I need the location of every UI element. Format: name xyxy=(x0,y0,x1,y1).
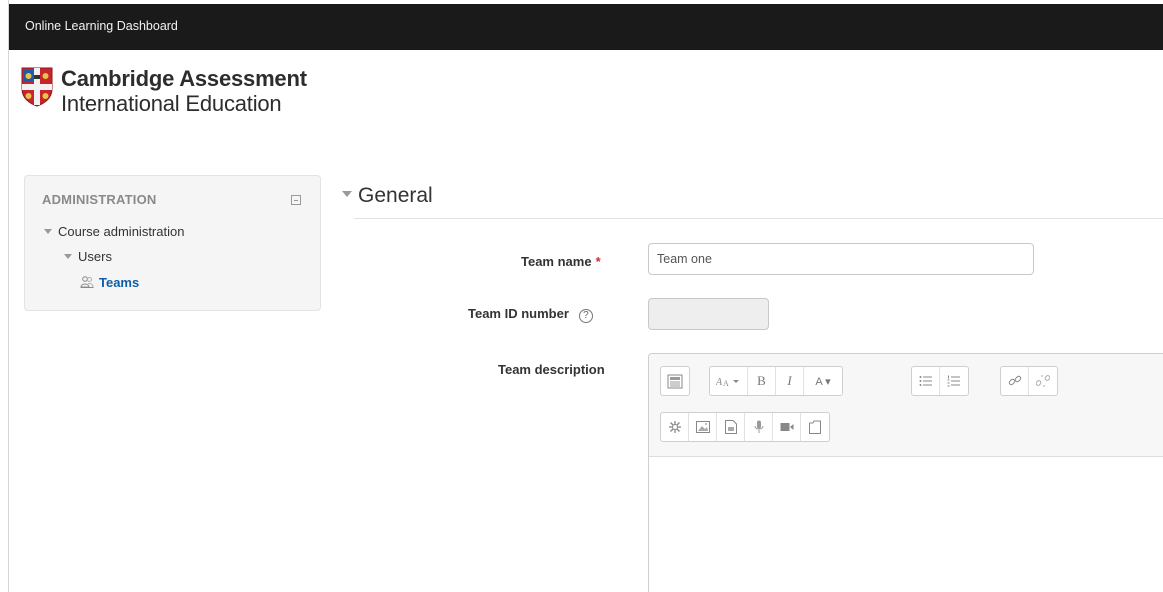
tree-item-teams[interactable]: Teams xyxy=(80,275,139,290)
toolbar-group-insert xyxy=(660,412,830,442)
team-name-label-text: Team name xyxy=(521,254,592,269)
toggle-toolbar-icon[interactable] xyxy=(661,367,689,395)
font-color-dropdown[interactable]: A ▾ xyxy=(804,367,842,395)
tree-item-course-administration[interactable]: Course administration xyxy=(44,224,184,239)
tree-item-users[interactable]: Users xyxy=(64,249,112,264)
section-title: General xyxy=(358,184,433,207)
administration-block: ADMINISTRATION Course administration Use… xyxy=(24,175,321,311)
site-title[interactable]: Online Learning Dashboard xyxy=(25,19,178,33)
record-audio-icon[interactable] xyxy=(745,413,773,441)
university-shield-icon xyxy=(21,67,53,107)
tree-item-label: Course administration xyxy=(58,224,185,239)
manage-files-icon[interactable] xyxy=(801,413,829,441)
toolbar-group-links xyxy=(1000,366,1058,396)
italic-button[interactable]: I xyxy=(776,367,804,395)
team-id-label: Team ID number? xyxy=(468,306,593,323)
bold-button[interactable]: B xyxy=(748,367,776,395)
unordered-list-icon[interactable] xyxy=(912,367,940,395)
ordered-list-icon[interactable] xyxy=(940,367,968,395)
users-icon xyxy=(80,276,94,288)
record-video-icon[interactable] xyxy=(773,413,801,441)
media-icon[interactable] xyxy=(717,413,745,441)
section-header-general[interactable]: General xyxy=(342,184,433,208)
expanded-caret-icon xyxy=(64,254,72,259)
toolbar-group-lists xyxy=(911,366,969,396)
svg-text:A: A xyxy=(723,379,729,387)
required-icon: * xyxy=(595,254,601,269)
font-style-dropdown-icon[interactable]: AA xyxy=(710,367,748,395)
tree-item-label: Users xyxy=(78,249,112,264)
team-description-label: Team description xyxy=(498,362,605,377)
collapse-block-icon[interactable] xyxy=(291,195,301,205)
logo-line-2: International Education xyxy=(61,91,282,116)
tree-item-label: Teams xyxy=(99,275,140,290)
team-id-input[interactable] xyxy=(648,298,769,330)
toolbar-group-toggle xyxy=(660,366,690,396)
team-name-input[interactable] xyxy=(648,243,1034,275)
collapse-section-caret-icon xyxy=(342,191,352,197)
administration-title: ADMINISTRATION xyxy=(42,192,157,207)
expanded-caret-icon xyxy=(44,229,52,234)
top-navbar: Online Learning Dashboard xyxy=(9,4,1163,50)
unlink-icon[interactable] xyxy=(1029,367,1057,395)
link-icon[interactable] xyxy=(1001,367,1029,395)
page: Online Learning Dashboard Cambridge Asse… xyxy=(8,0,1163,592)
editor-toolbar: AA B I A ▾ xyxy=(649,354,1163,457)
editor-content-area[interactable] xyxy=(649,458,1163,592)
section-divider xyxy=(354,218,1163,219)
special-character-icon[interactable] xyxy=(661,413,689,441)
team-name-label: Team name * xyxy=(521,254,601,269)
toolbar-group-style: AA B I A ▾ xyxy=(709,366,843,396)
image-icon[interactable] xyxy=(689,413,717,441)
svg-text:A: A xyxy=(716,377,723,387)
help-icon[interactable]: ? xyxy=(578,309,593,323)
team-id-label-text: Team ID number xyxy=(468,306,569,321)
logo-line-1: Cambridge Assessment xyxy=(61,66,307,91)
team-description-editor[interactable]: AA B I A ▾ xyxy=(648,353,1163,592)
